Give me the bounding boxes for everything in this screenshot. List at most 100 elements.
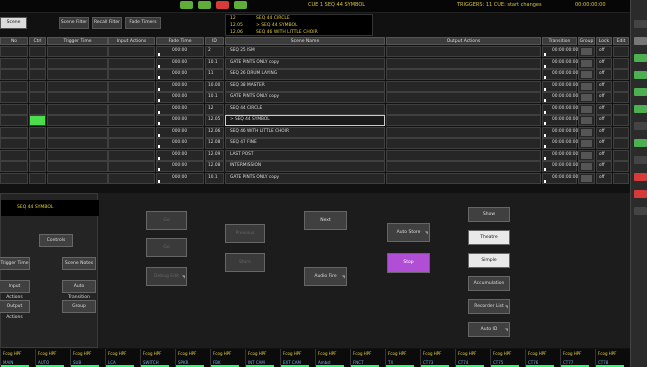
channel-cell[interactable]: Fcog HPF CT77 (560, 349, 595, 367)
table-cell[interactable] (386, 161, 541, 172)
table-cell[interactable] (108, 115, 155, 126)
table-cell[interactable] (0, 92, 28, 103)
channel-cell[interactable]: Fcog HPF MAIN (0, 349, 35, 367)
channel-cell[interactable]: Fcog HPF SPKR (175, 349, 210, 367)
table-cell[interactable] (29, 115, 46, 126)
group-chip[interactable] (581, 48, 592, 55)
group-chip[interactable] (581, 151, 592, 159)
table-cell[interactable] (386, 149, 541, 161)
table-cell[interactable] (108, 161, 155, 172)
auto-store-button[interactable]: Auto Store ◥ (387, 223, 430, 242)
tab-scene-filter[interactable]: Scene Filter (59, 17, 89, 29)
table-cell[interactable] (0, 69, 28, 80)
table-cell[interactable] (108, 46, 155, 57)
side-toggle[interactable] (634, 207, 647, 215)
table-cell[interactable] (0, 46, 28, 57)
table-cell[interactable] (108, 103, 155, 115)
table-cell[interactable] (47, 57, 108, 69)
channel-cell[interactable]: Fcog HPF CT74 (455, 349, 490, 367)
table-cell[interactable] (47, 103, 108, 115)
auto-id-button[interactable]: Auto ID ◥ (468, 322, 510, 337)
table-row[interactable]: 000:00 12.05 > SEQ 44 SYMBOL 00:00:00:00 off (0, 115, 630, 126)
group-button[interactable]: Group (62, 300, 96, 313)
table-cell[interactable] (0, 161, 28, 172)
table-row[interactable]: 000:00 11 SEQ 26 DRUM LAYING 00:00:00:00 off (0, 69, 630, 80)
table-cell[interactable] (613, 115, 629, 126)
theatre-button[interactable]: Theatre (468, 230, 510, 245)
channel-cell[interactable]: Fcog HPF CT78 (595, 349, 630, 367)
table-cell[interactable] (386, 115, 541, 126)
table-cell[interactable] (47, 126, 108, 138)
side-toggle[interactable] (634, 88, 647, 96)
side-toggle[interactable] (634, 122, 647, 130)
table-cell[interactable] (0, 57, 28, 69)
table-cell[interactable] (29, 69, 46, 80)
group-chip[interactable] (581, 94, 592, 101)
table-cell[interactable] (613, 57, 629, 69)
go-button[interactable]: Go (146, 211, 187, 230)
accumulation-button[interactable]: Accumulation (468, 276, 510, 291)
table-cell[interactable] (29, 172, 46, 184)
table-cell[interactable] (108, 80, 155, 92)
side-toggle[interactable] (634, 54, 647, 62)
table-cell[interactable] (47, 80, 108, 92)
channel-cell[interactable]: Fcog HPF CT73 (420, 349, 455, 367)
next-button[interactable]: Next (304, 211, 347, 230)
table-cell[interactable] (0, 115, 28, 126)
table-cell[interactable] (47, 92, 108, 103)
stop-button[interactable]: Stop (387, 253, 430, 273)
tab-recall-filter[interactable]: Recall Filter (92, 17, 122, 29)
group-chip[interactable] (581, 163, 592, 170)
table-row[interactable]: 000:00 12.09 LAST POST 00:00:00:00 off (0, 149, 630, 161)
table-cell[interactable] (386, 57, 541, 69)
table-cell[interactable] (108, 69, 155, 80)
table-cell[interactable] (108, 92, 155, 103)
table-cell[interactable] (613, 126, 629, 138)
table-cell[interactable] (29, 92, 46, 103)
table-cell[interactable] (386, 69, 541, 80)
side-toggle[interactable] (634, 190, 647, 198)
group-chip[interactable] (581, 82, 592, 90)
recorder-list-button[interactable]: Recorder List ◥ (468, 299, 510, 314)
table-cell[interactable] (386, 80, 541, 92)
side-toggle[interactable] (634, 156, 647, 164)
table-cell[interactable] (0, 126, 28, 138)
group-chip[interactable] (581, 105, 592, 113)
table-cell[interactable] (613, 138, 629, 149)
table-row[interactable]: 000:00 10.1 GATE PINTS ONLY copy 00:00:00:0… (0, 57, 630, 69)
debug-edit-button[interactable]: Debug Edit ◥ (146, 267, 187, 286)
side-toggle[interactable] (634, 71, 647, 79)
table-row[interactable]: 000:00 10.00 SEQ 38 MASTER 00:00:00:00 off (0, 80, 630, 92)
side-toggle[interactable] (634, 139, 647, 147)
table-cell[interactable] (47, 115, 108, 126)
table-cell[interactable] (613, 149, 629, 161)
audio-fire-button[interactable]: Audio Fire ◥ (304, 267, 347, 286)
table-row[interactable]: 000:00 12.08 INTERMISSION 00:00:00:00 off (0, 161, 630, 172)
table-cell[interactable] (0, 149, 28, 161)
table-cell[interactable] (386, 46, 541, 57)
table-cell[interactable] (613, 80, 629, 92)
table-cell[interactable] (47, 46, 108, 57)
table-cell[interactable] (47, 69, 108, 80)
trigger-time-button[interactable]: Trigger Time (0, 257, 30, 270)
table-cell[interactable] (47, 149, 108, 161)
table-cell[interactable] (108, 57, 155, 69)
table-cell[interactable] (386, 103, 541, 115)
channel-cell[interactable]: Fcog HPF Ambst (315, 349, 350, 367)
side-toggle[interactable] (634, 105, 647, 113)
table-cell[interactable] (108, 149, 155, 161)
go-secondary-button[interactable]: Go (146, 238, 187, 257)
table-cell[interactable] (29, 138, 46, 149)
channel-cell[interactable]: Fcog HPF EXT CAM (280, 349, 315, 367)
auto-transition-button[interactable]: Auto Transition (62, 280, 96, 300)
group-chip[interactable] (581, 174, 592, 182)
side-toggle[interactable] (634, 173, 647, 181)
table-cell[interactable] (0, 138, 28, 149)
table-cell[interactable] (29, 149, 46, 161)
show-button[interactable]: Show (468, 207, 510, 222)
table-cell[interactable] (386, 92, 541, 103)
tab-fade-timers[interactable]: Fade Timers (125, 17, 161, 29)
group-chip[interactable] (581, 128, 592, 136)
table-cell[interactable] (47, 172, 108, 184)
table-cell[interactable] (29, 80, 46, 92)
